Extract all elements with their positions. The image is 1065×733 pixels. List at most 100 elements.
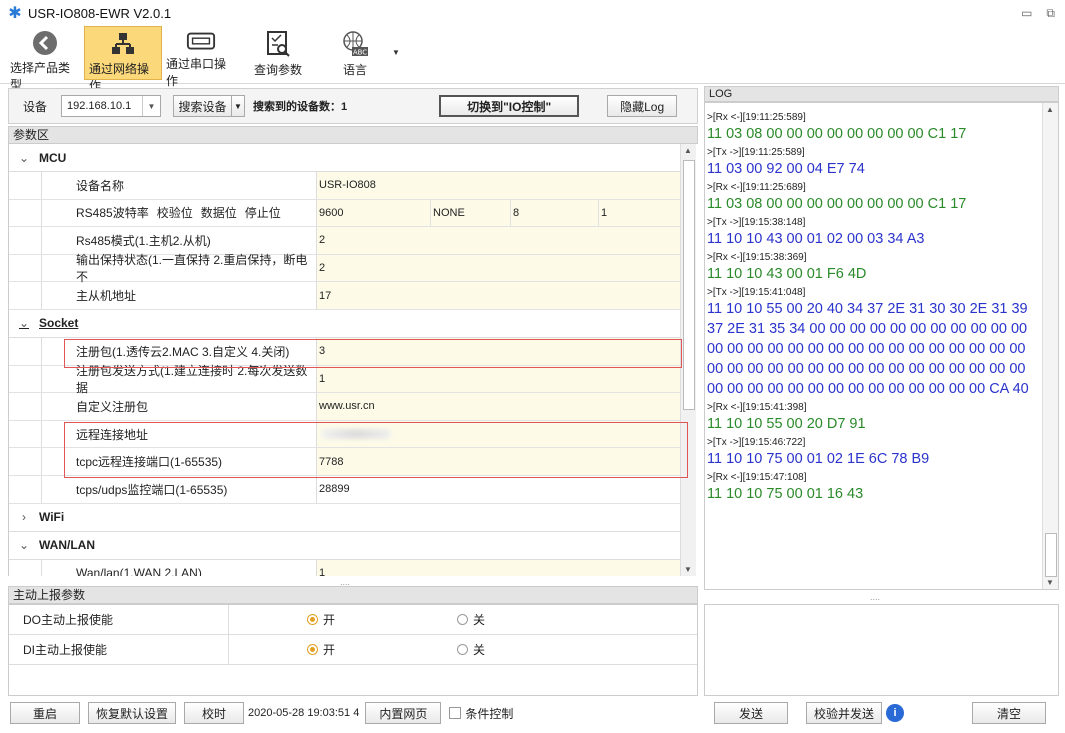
title-bar: ✱ USR-IO808-EWR V2.0.1 ▭ ⧉ bbox=[0, 0, 1065, 26]
restore-default-button[interactable]: 恢复默认设置 bbox=[88, 702, 176, 724]
window-title: USR-IO808-EWR V2.0.1 bbox=[28, 5, 172, 21]
radio-checked-icon[interactable] bbox=[307, 644, 318, 655]
device-ip-select[interactable]: 192.168.10.1 ▼ bbox=[61, 95, 162, 117]
param-row[interactable]: tcps/udps监控端口(1-65535) 28899 bbox=[9, 475, 680, 504]
chevron-down-icon[interactable]: ⌄ bbox=[9, 151, 39, 165]
param-row-serial[interactable]: RS485波特率 校验位 数据位 停止位 9600 NONE 8 1 bbox=[9, 199, 680, 228]
search-device-button[interactable]: 搜索设备 bbox=[173, 95, 232, 117]
log-entry-meta: >[Tx ->][19:15:41:048] bbox=[707, 287, 806, 298]
param-row-tcpc-port[interactable]: tcpc远程连接端口(1-65535) 7788 bbox=[9, 448, 680, 476]
scroll-thumb[interactable] bbox=[683, 160, 695, 410]
query-icon bbox=[263, 30, 293, 58]
log-entry-meta: >[Rx <-][19:11:25:689] bbox=[707, 182, 806, 193]
log-entry-data: 11 10 10 55 00 20 40 34 37 2E 31 30 30 2… bbox=[707, 301, 1029, 397]
log-entry-data: 11 10 10 55 00 20 D7 91 bbox=[707, 416, 866, 432]
serial-port-icon bbox=[186, 30, 216, 52]
language-icon: ABC bbox=[340, 30, 370, 58]
report-row-di: DI主动上报使能 开 关 bbox=[9, 635, 697, 665]
param-row[interactable]: 自定义注册包 www.usr.cn bbox=[9, 393, 680, 421]
log-entry-meta: >[Tx ->][19:11:25:589] bbox=[707, 147, 805, 158]
chevron-down-icon[interactable]: ⌄ bbox=[9, 538, 39, 552]
log-entry-data: 11 10 10 75 00 01 16 43 bbox=[707, 486, 864, 502]
log-entry-meta: >[Rx <-][19:15:47:108] bbox=[707, 472, 807, 483]
log-entry-data: 11 10 10 43 00 01 02 00 03 34 A3 bbox=[707, 231, 925, 247]
scroll-down-icon[interactable]: ▼ bbox=[684, 565, 692, 574]
condition-control-label: 条件控制 bbox=[465, 706, 514, 721]
toolbar: 选择产品类型 通过网络操作 通过串口操作 查询参数 ABC 语言 ▼ bbox=[0, 26, 1065, 93]
param-row[interactable]: 主从机地址 17 bbox=[9, 282, 680, 310]
switch-to-io-control-button[interactable]: 切换到"IO控制" bbox=[439, 95, 580, 117]
info-icon[interactable]: i bbox=[886, 704, 904, 722]
send-input[interactable] bbox=[704, 604, 1059, 696]
param-row[interactable]: Wan/lan(1.WAN 2.LAN) 1 bbox=[9, 559, 680, 576]
scroll-down-icon[interactable]: ▼ bbox=[1046, 578, 1054, 587]
section-socket[interactable]: ⌄ Socket bbox=[9, 310, 680, 338]
sync-time-button[interactable]: 校时 bbox=[184, 702, 244, 724]
log-entry-data: 11 03 08 00 00 00 00 00 00 00 00 C1 17 bbox=[707, 126, 967, 142]
radio-checked-icon[interactable] bbox=[307, 614, 318, 625]
device-label: 设备 bbox=[23, 99, 48, 114]
scroll-up-icon[interactable]: ▲ bbox=[1046, 105, 1054, 114]
report-panel: DO主动上报使能 开 关 DI主动上报使能 开 关 bbox=[8, 604, 698, 696]
bottom-bar: 重启 恢复默认设置 校时 2020-05-28 19:03:51 4 内置网页 … bbox=[8, 700, 698, 726]
di-on-radio[interactable]: 开 bbox=[229, 635, 379, 664]
section-wanlan[interactable]: ⌄ WAN/LAN bbox=[9, 532, 680, 560]
restart-button[interactable]: 重启 bbox=[10, 702, 80, 724]
log-entry-meta: >[Tx ->][19:15:46:722] bbox=[707, 437, 806, 448]
scroll-up-icon[interactable]: ▲ bbox=[684, 146, 692, 155]
scroll-thumb[interactable] bbox=[1045, 533, 1057, 577]
do-off-radio[interactable]: 关 bbox=[379, 605, 529, 634]
params-section-title: 参数区 bbox=[8, 126, 698, 144]
app-logo-icon: ✱ bbox=[8, 5, 22, 22]
section-wifi[interactable]: › WiFi bbox=[9, 504, 680, 532]
query-params-button[interactable]: 查询参数 bbox=[246, 26, 310, 80]
builtin-webpage-button[interactable]: 内置网页 bbox=[365, 702, 442, 724]
toolbar-dropdown-icon[interactable]: ▼ bbox=[392, 48, 400, 57]
param-row[interactable]: 注册包发送方式(1.建立连接时 2.每次发送数据 1 bbox=[9, 364, 680, 395]
params-grid: ⌄ MCU 设备名称 USR-IO808 RS485波特率 校验位 数据位 停止位… bbox=[8, 144, 680, 576]
hide-log-button[interactable]: 隐藏Log bbox=[607, 95, 678, 117]
device-datetime: 2020-05-28 19:03:51 4 bbox=[248, 707, 360, 719]
log-entry-meta: >[Rx <-][19:11:25:589] bbox=[707, 112, 806, 123]
verify-send-button[interactable]: 校验并发送 bbox=[806, 702, 882, 724]
report-section-title: 主动上报参数 bbox=[8, 586, 698, 604]
search-dropdown-icon[interactable]: ▼ bbox=[231, 95, 246, 117]
log-entry-data: 11 03 00 92 00 04 E7 74 bbox=[707, 161, 865, 177]
network-operation-button[interactable]: 通过网络操作 bbox=[84, 26, 162, 93]
chevron-down-icon[interactable]: ⌄ bbox=[9, 316, 39, 330]
send-button[interactable]: 发送 bbox=[714, 702, 788, 724]
condition-control-checkbox[interactable] bbox=[449, 707, 462, 719]
log-panel[interactable]: >[Rx <-][19:11:25:589] 11 03 08 00 00 00 … bbox=[704, 102, 1059, 590]
log-scrollbar[interactable]: ▲ ▼ bbox=[1042, 103, 1058, 589]
serial-operation-button[interactable]: 通过串口操作 bbox=[162, 26, 240, 88]
param-row-remote-addr[interactable]: 远程连接地址 bbox=[9, 420, 680, 449]
do-on-radio[interactable]: 开 bbox=[229, 605, 379, 634]
log-title: LOG bbox=[704, 86, 1059, 102]
section-mcu[interactable]: ⌄ MCU bbox=[9, 144, 680, 172]
minimize-icon[interactable]: ▭ bbox=[1021, 6, 1032, 21]
chevron-right-icon[interactable]: › bbox=[9, 510, 39, 524]
back-arrow-icon bbox=[30, 30, 60, 56]
network-icon bbox=[108, 31, 138, 57]
found-device-count: 搜索到的设备数：1 bbox=[253, 101, 348, 113]
log-entry-meta: >[Tx ->][19:15:38:148] bbox=[707, 217, 806, 228]
chevron-down-icon[interactable]: ▼ bbox=[142, 96, 160, 116]
log-entry-data: 11 10 10 75 00 01 02 1E 6C 78 B9 bbox=[707, 451, 930, 467]
log-entry-meta: >[Rx <-][19:15:41:398] bbox=[707, 402, 807, 413]
log-entry-data: 11 10 10 43 00 01 F6 4D bbox=[707, 266, 867, 282]
redacted-address bbox=[321, 429, 391, 440]
param-row[interactable]: 设备名称 USR-IO808 bbox=[9, 172, 680, 200]
restore-icon[interactable]: ⧉ bbox=[1046, 6, 1055, 21]
device-bar: 设备 192.168.10.1 ▼ 搜索设备 ▼ 搜索到的设备数：1 切换到"I… bbox=[8, 88, 698, 124]
radio-unchecked-icon[interactable] bbox=[457, 644, 468, 655]
log-entry-meta: >[Rx <-][19:15:38:369] bbox=[707, 252, 807, 263]
language-button[interactable]: ABC 语言 bbox=[322, 26, 388, 80]
radio-unchecked-icon[interactable] bbox=[457, 614, 468, 625]
clear-button[interactable]: 清空 bbox=[972, 702, 1046, 724]
di-off-radio[interactable]: 关 bbox=[379, 635, 529, 664]
param-row[interactable]: 输出保持状态(1.一直保持 2.重启保持，断电不 2 bbox=[9, 253, 680, 284]
params-scrollbar[interactable]: ▲ ▼ bbox=[680, 144, 696, 576]
select-product-type-button[interactable]: 选择产品类型 bbox=[6, 26, 84, 92]
log-splitter-handle[interactable]: .... bbox=[870, 592, 880, 602]
log-entry-data: 11 03 08 00 00 00 00 00 00 00 00 C1 17 bbox=[707, 196, 967, 212]
